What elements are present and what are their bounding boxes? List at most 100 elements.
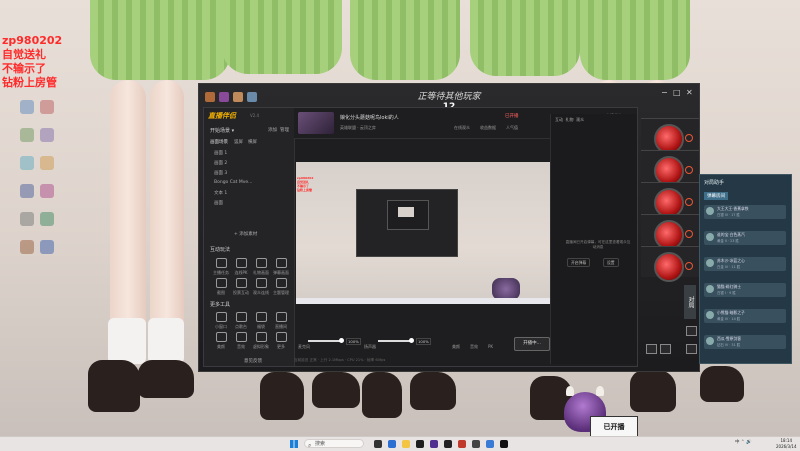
player-row[interactable]: 大王大王·香蕉拿铁 白银 III · 17 胜 (704, 205, 786, 219)
player-avatar[interactable] (233, 92, 243, 102)
player-row[interactable]: 小熊猫·暗影之子 黄金 IV · 14 胜 (704, 309, 786, 323)
desktop-app-icon[interactable] (40, 184, 54, 198)
scene-selector[interactable]: 开始场景 ▾ (210, 127, 234, 134)
stream-app-icon[interactable] (430, 440, 438, 448)
desktop-app-icon[interactable] (20, 184, 34, 198)
source-item[interactable]: 画面 3 (214, 170, 227, 176)
edge-icon[interactable] (388, 440, 396, 448)
close-button[interactable]: ✕ (686, 88, 693, 97)
player-row[interactable]: 西瓜·雪原剑客 钻石 IV · 31 胜 (704, 335, 786, 349)
app-icon[interactable] (458, 440, 466, 448)
source-item[interactable]: 画面 (214, 200, 223, 206)
player-row[interactable]: 猫猫·绯红骑士 白银 I · 9 胜 (704, 283, 786, 297)
add-scene-button[interactable]: 添加 (268, 127, 277, 133)
steam-icon[interactable] (444, 440, 452, 448)
tool-sound[interactable]: 音效 (232, 332, 250, 350)
system-tray[interactable]: 中 ⌃ 🔊 (735, 439, 752, 445)
desktop-app-icon[interactable] (40, 128, 54, 142)
tab-interaction[interactable]: 互动 (555, 117, 563, 122)
lobby-power-icon[interactable] (685, 198, 693, 206)
app-icon[interactable] (472, 440, 480, 448)
player-row[interactable]: 苏木沙·冰蓝之心 白金 IV · 11 胜 (704, 257, 786, 271)
source-item[interactable]: 文本 1 (214, 190, 227, 196)
desktop-app-icon[interactable] (20, 100, 34, 114)
speaker-volume-knob[interactable] (409, 338, 414, 343)
sound-shortcut[interactable]: 音效 (470, 344, 478, 350)
desktop-app-icon[interactable] (40, 100, 54, 114)
lobby-power-icon[interactable] (685, 230, 693, 238)
tab-landscape[interactable]: 横屏 (248, 139, 257, 145)
chat-settings-button[interactable]: 设置 (603, 258, 619, 267)
pk-shortcut[interactable]: PK (488, 344, 493, 349)
tab-audience[interactable]: 观众 (576, 117, 584, 122)
tool-avatar[interactable]: 虚拟形象 (252, 332, 270, 350)
windows-start-icon[interactable] (290, 440, 298, 448)
source-item[interactable]: 画面 1 (214, 150, 227, 156)
desktop-app-icon[interactable] (40, 212, 54, 226)
tool-luckybag[interactable]: 福袋 (252, 312, 270, 330)
lobby-action-button[interactable] (654, 252, 684, 282)
desktop-app-icon[interactable] (20, 156, 34, 170)
assistant-tab[interactable]: 弹幕房间 (704, 192, 728, 200)
add-source-button[interactable]: + 添加素材 (234, 231, 257, 237)
minimize-button[interactable]: − (661, 88, 668, 97)
start-live-button[interactable]: 开播中... (514, 337, 550, 351)
tool-link[interactable]: 观众连线 (252, 278, 270, 296)
tool-danmaku[interactable]: 弹幕画面 (272, 258, 290, 276)
player-avatar[interactable] (247, 92, 257, 102)
taskbar-search[interactable]: ⌕ 搜索 (304, 439, 364, 449)
desktop-app-icon[interactable] (20, 128, 34, 142)
task-view-icon[interactable] (374, 440, 382, 448)
desktop-app-icon[interactable] (40, 156, 54, 170)
tool-pk[interactable]: 连线PK (232, 258, 250, 276)
source-item[interactable]: 画面 2 (214, 160, 227, 166)
lobby-power-icon[interactable] (685, 166, 693, 174)
tool-theme[interactable]: 主题管理 (272, 278, 290, 296)
emoji-mini-button[interactable] (660, 344, 671, 354)
stream-category[interactable]: 英雄联盟 · 云顶之弈 (340, 125, 376, 131)
tool-gift[interactable]: 礼物画面 (252, 258, 270, 276)
beauty-shortcut[interactable]: 美颜 (452, 344, 460, 350)
stream-preview-canvas[interactable]: zp980202 自觉送礼 不输示了 钻粉上房管 (296, 162, 550, 304)
settings-mini-button[interactable] (686, 344, 697, 354)
feedback-link[interactable]: 意见反馈 (244, 358, 262, 364)
stream-title[interactable]: 娘化分头蘑菇呢鸟loki的人 (340, 114, 399, 121)
manage-scene-button[interactable]: 管理 (280, 127, 289, 133)
source-item[interactable]: Bongo Cat Mve... (214, 180, 252, 185)
player-row[interactable]: 谁的宝·白色蒸汽 黄金 II · 23 胜 (704, 231, 786, 245)
game-app-icon[interactable] (416, 440, 424, 448)
tool-beauty[interactable]: 美颜 (212, 332, 230, 350)
tool-task[interactable]: 主播任务 (212, 258, 230, 276)
speaker-volume-slider[interactable] (378, 338, 414, 343)
tool-song[interactable]: 点歌台 (232, 312, 250, 330)
tool-screenshot[interactable]: 截图 (212, 278, 230, 296)
explorer-icon[interactable] (402, 440, 410, 448)
mic-volume-slider[interactable] (308, 338, 344, 343)
lobby-power-icon[interactable] (685, 262, 693, 270)
maximize-button[interactable]: □ (673, 88, 681, 97)
desktop-app-icon[interactable] (20, 212, 34, 226)
tab-portrait[interactable]: 竖屏 (234, 139, 243, 145)
tool-room[interactable]: 直播间 (272, 312, 290, 330)
lobby-power-icon[interactable] (685, 134, 693, 142)
stat-popularity[interactable]: 人气值 (506, 125, 518, 131)
assistant-mini-button[interactable] (686, 326, 697, 336)
tab-scene[interactable]: 画面场景 (210, 139, 228, 145)
tab-gifts[interactable]: 礼物 (566, 117, 574, 122)
enable-danmaku-button[interactable]: 开启弹幕 (567, 258, 591, 267)
app-icon[interactable] (500, 440, 508, 448)
desktop-app-icon[interactable] (40, 240, 54, 254)
desktop-app-icon[interactable] (20, 240, 34, 254)
taskbar-clock[interactable]: 18:14 2026/3/14 (776, 438, 797, 450)
chat-mini-button[interactable] (646, 344, 657, 354)
stat-viewers[interactable]: 在线观众 (454, 125, 470, 131)
tool-window[interactable]: 小窗口 (212, 312, 230, 330)
stream-cover-thumbnail[interactable] (298, 112, 334, 134)
stat-income[interactable]: 收益数据 (480, 125, 496, 131)
tool-vote[interactable]: 投票互动 (232, 278, 250, 296)
player-avatar[interactable] (205, 92, 215, 102)
assistant-toggle-tab[interactable]: 对局 (684, 285, 696, 319)
tool-more[interactable]: 更多 (272, 332, 290, 350)
app-icon[interactable] (486, 440, 494, 448)
mic-volume-knob[interactable] (339, 338, 344, 343)
